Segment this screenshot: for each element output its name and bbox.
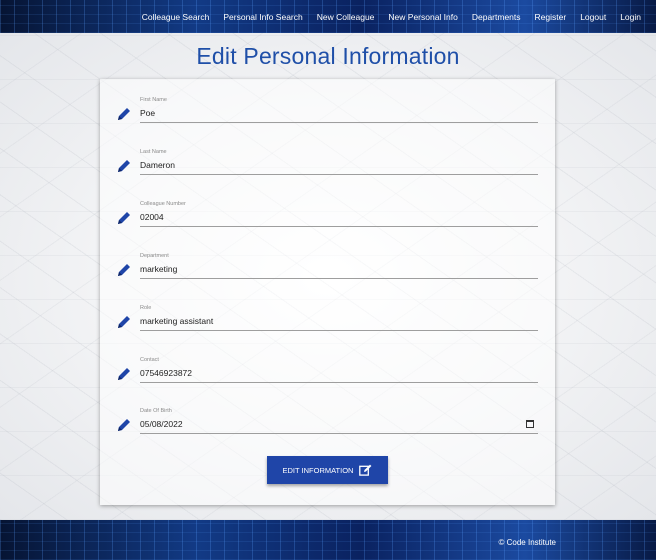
pencil-icon [118,160,130,172]
pencil-icon [118,316,130,328]
nav-link-logout[interactable]: Logout [573,12,613,22]
pencil-icon [118,212,130,224]
page-title: Edit Personal Information [196,43,460,69]
last-name-label: Last Name [140,149,167,155]
last-name-input[interactable] [140,158,536,172]
nav-link-new-personal-info[interactable]: New Personal Info [381,12,464,22]
nav-link-personal-info-search[interactable]: Personal Info Search [216,12,309,22]
edit-information-button[interactable]: EDIT INFORMATION [267,456,388,484]
role-input[interactable] [140,314,536,328]
first-name-input[interactable] [140,106,536,120]
field-underline [140,278,538,279]
date-of-birth-field: Date Of Birth [114,400,540,440]
contact-input[interactable] [140,366,536,380]
pencil-icon [118,419,130,431]
edit-square-icon [359,464,372,476]
pencil-icon [118,264,130,276]
edit-information-label: EDIT INFORMATION [282,465,354,475]
last-name-field: Last Name [114,141,540,181]
nav-link-new-colleague[interactable]: New Colleague [310,12,382,22]
field-underline [140,174,538,175]
department-label: Department [140,253,169,259]
date-of-birth-input[interactable] [140,417,536,431]
contact-label: Contact [140,357,159,363]
field-underline [140,226,538,227]
footer [0,520,656,560]
role-field: Role [114,297,540,337]
department-input[interactable] [140,262,536,276]
nav-link-login[interactable]: Login [613,12,648,22]
nav-link-departments[interactable]: Departments [465,12,528,22]
role-label: Role [140,305,152,311]
main-content: Edit Personal Information First Name Las… [0,33,656,520]
field-underline [140,382,538,383]
first-name-field: First Name [114,89,540,129]
colleague-number-label: Colleague Number [140,201,186,207]
nav-link-colleague-search[interactable]: Colleague Search [135,12,217,22]
contact-field: Contact [114,349,540,389]
calendar-icon[interactable] [526,420,534,428]
date-of-birth-label: Date Of Birth [140,408,172,414]
department-field: Department [114,245,540,285]
pencil-icon [118,368,130,380]
field-underline [140,330,538,331]
edit-personal-info-form: First Name Last Name Colleague Number De… [100,79,555,505]
nav-links: Colleague Search Personal Info Search Ne… [135,0,648,33]
colleague-number-input[interactable] [140,210,536,224]
field-underline [140,433,538,434]
field-underline [140,122,538,123]
top-navbar: Colleague Search Personal Info Search Ne… [0,0,656,33]
nav-link-register[interactable]: Register [528,12,574,22]
first-name-label: First Name [140,97,167,103]
pencil-icon [118,108,130,120]
copyright-text: © Code Institute [498,538,556,547]
colleague-number-field: Colleague Number [114,193,540,233]
